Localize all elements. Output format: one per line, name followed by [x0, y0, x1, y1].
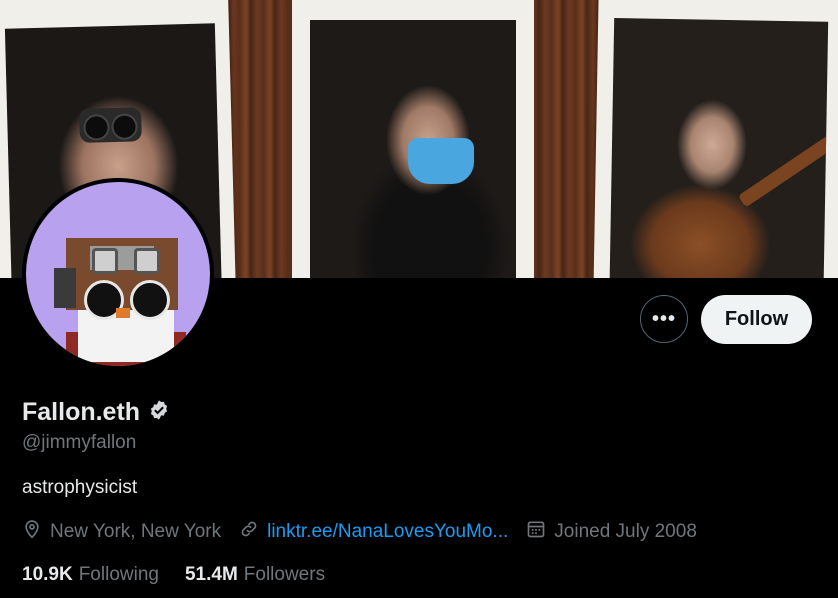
- face-mask-graphic: [408, 138, 474, 184]
- avatar[interactable]: [22, 178, 214, 370]
- avatar-beak: [116, 308, 130, 318]
- location-text: New York, New York: [50, 521, 222, 542]
- banner-photo: [609, 18, 829, 278]
- joined-text: Joined July 2008: [554, 521, 697, 542]
- followers-label: Followers: [243, 564, 326, 585]
- avatar-eye-right: [130, 280, 170, 320]
- location-pin-icon: [22, 519, 42, 545]
- website-item: linktr.ee/NanaLovesYouMo...: [239, 519, 508, 545]
- more-dots-icon: •••: [651, 307, 676, 330]
- location-item: New York, New York: [22, 519, 221, 545]
- follow-button[interactable]: Follow: [701, 295, 812, 344]
- profile-name-row: Fallon.eth: [22, 398, 170, 427]
- profile-meta: New York, New York linktr.ee/NanaLovesYo…: [22, 519, 715, 545]
- avatar-goggle-right: [134, 248, 160, 274]
- followers-count: 51.4M: [184, 564, 238, 585]
- ukulele-graphic: [737, 128, 829, 208]
- avatar-goggle-left: [92, 248, 118, 274]
- banner-polaroid-ukulele: [593, 0, 838, 278]
- following-count: 10.9K: [22, 564, 73, 585]
- link-icon: [239, 519, 259, 545]
- profile-stats: 10.9K Following 51.4M Followers: [22, 564, 351, 586]
- binoculars-graphic: [79, 107, 142, 143]
- followers-link[interactable]: 51.4M Followers: [185, 564, 325, 586]
- display-name: Fallon.eth: [22, 398, 141, 426]
- banner-polaroid-mask: [292, 0, 534, 278]
- avatar-earflap: [54, 268, 76, 308]
- avatar-pixel-penguin: [26, 182, 210, 366]
- profile-bio: astrophysicist: [22, 477, 138, 498]
- more-options-button[interactable]: •••: [640, 295, 688, 343]
- banner-photo: [310, 20, 516, 278]
- website-link[interactable]: linktr.ee/NanaLovesYouMo...: [267, 521, 508, 543]
- following-link[interactable]: 10.9K Following: [22, 564, 159, 586]
- joined-item: Joined July 2008: [526, 519, 697, 545]
- calendar-icon: [526, 519, 546, 545]
- following-label: Following: [78, 564, 159, 585]
- user-handle: @jimmyfallon: [22, 432, 137, 453]
- verified-badge-icon[interactable]: [148, 399, 170, 426]
